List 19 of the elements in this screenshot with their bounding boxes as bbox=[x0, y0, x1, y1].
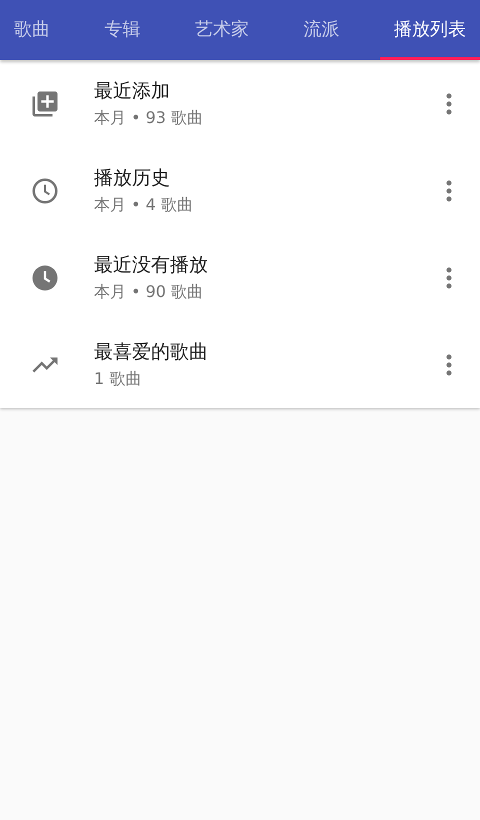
playlist-title: 最喜爱的歌曲 bbox=[94, 340, 209, 365]
playlist-subtitle: 本月 • 90 歌曲 bbox=[94, 282, 204, 303]
clock-icon bbox=[30, 262, 60, 292]
tab[interactable]: 专辑 bbox=[90, 0, 154, 60]
clock-icon bbox=[30, 176, 60, 206]
playlist-subtitle: 本月 • 93 歌曲 bbox=[94, 108, 204, 129]
playlist-title: 最近添加 bbox=[94, 79, 171, 104]
playlist-add-icon bbox=[30, 88, 60, 118]
playlist-subtitle: 1 歌曲 bbox=[94, 369, 142, 390]
tab[interactable]: 流派 bbox=[290, 0, 354, 60]
playlist-item[interactable]: 最近添加 本月 • 93 歌曲 bbox=[0, 60, 480, 147]
tab[interactable]: 歌曲 bbox=[0, 0, 64, 60]
playlist-title: 最近没有播放 bbox=[94, 253, 209, 278]
tab[interactable]: 艺术家 bbox=[181, 0, 263, 60]
playlist-subtitle: 本月 • 4 歌曲 bbox=[94, 195, 194, 216]
playlist-item[interactable]: 播放历史 本月 • 4 歌曲 bbox=[0, 147, 480, 234]
playlist-title: 播放历史 bbox=[94, 166, 171, 191]
playlist-item[interactable]: 最近没有播放 本月 • 90 歌曲 bbox=[0, 234, 480, 321]
playlist-item[interactable]: 最喜爱的歌曲 1 歌曲 bbox=[0, 321, 480, 408]
